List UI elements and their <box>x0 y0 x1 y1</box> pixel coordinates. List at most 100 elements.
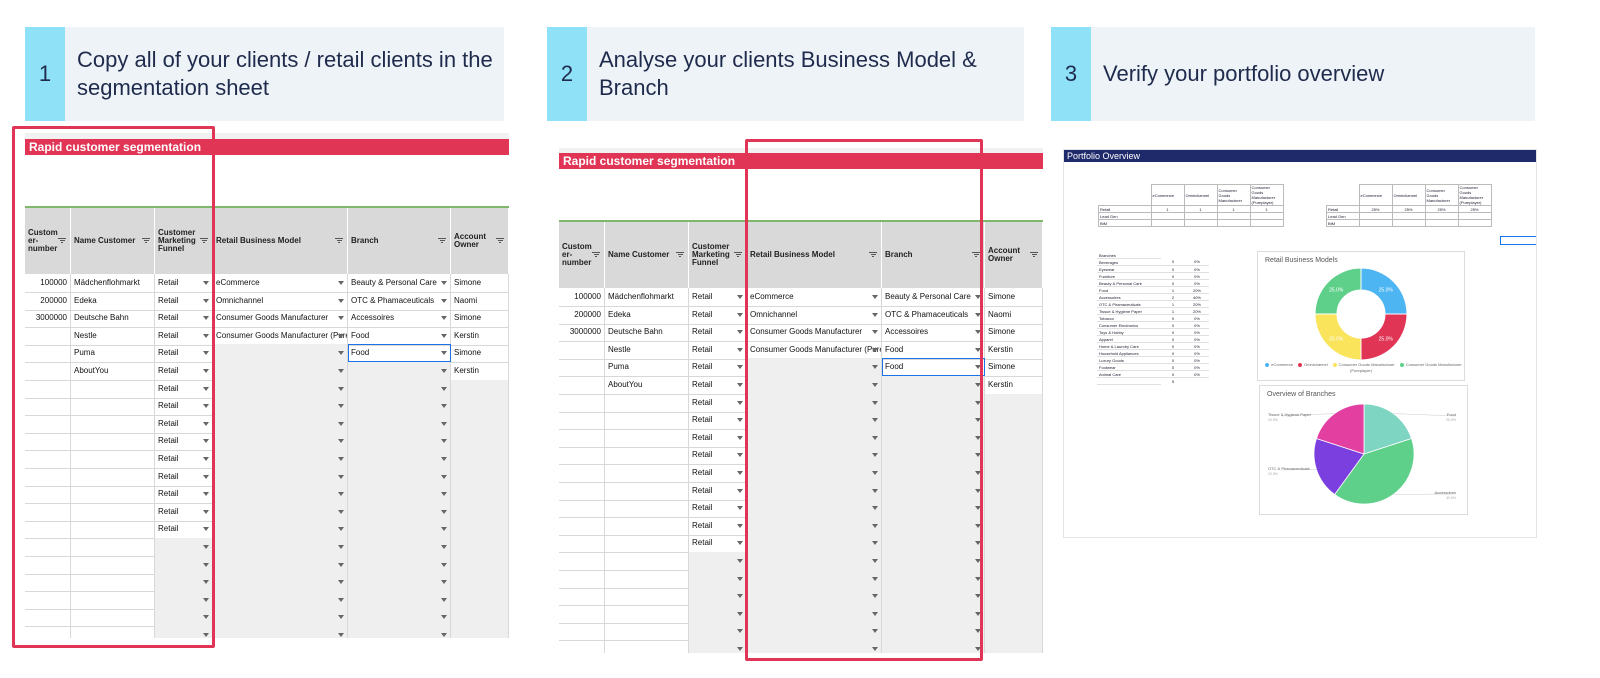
dropdown-arrow-icon[interactable] <box>441 633 447 637</box>
model-cell[interactable] <box>213 362 348 380</box>
dropdown-arrow-icon[interactable] <box>737 312 743 317</box>
name-cell[interactable] <box>605 569 689 588</box>
owner-cell[interactable] <box>451 520 509 539</box>
owner-cell[interactable] <box>985 481 1043 500</box>
model-cell[interactable] <box>213 502 348 521</box>
funnel-cell[interactable]: Retail <box>689 393 747 412</box>
branch-cell[interactable] <box>348 555 451 574</box>
customer-number-header[interactable]: Custom er- number <box>559 222 605 288</box>
num-cell[interactable]: 100000 <box>559 288 605 306</box>
dropdown-arrow-icon[interactable] <box>441 421 447 426</box>
dropdown-arrow-icon[interactable] <box>338 545 344 549</box>
dropdown-arrow-icon[interactable] <box>441 333 447 338</box>
dropdown-arrow-icon[interactable] <box>737 611 743 616</box>
owner-cell[interactable]: Kerstin <box>985 340 1043 359</box>
dropdown-arrow-icon[interactable] <box>441 439 447 444</box>
owner-cell[interactable] <box>451 397 509 416</box>
model-cell[interactable]: Omnichannel <box>213 291 348 310</box>
owner-cell[interactable] <box>451 608 509 627</box>
branch-cell[interactable] <box>348 502 451 521</box>
dropdown-arrow-icon[interactable] <box>737 647 743 651</box>
model-cell[interactable]: Consumer Goods Manufacturer (Pureplayer) <box>213 326 348 345</box>
name-cell[interactable] <box>605 516 689 535</box>
funnel-cell[interactable]: Retail <box>689 358 747 377</box>
funnel-cell[interactable]: Retail <box>689 481 747 500</box>
dropdown-arrow-icon[interactable] <box>737 435 743 440</box>
owner-cell[interactable] <box>985 499 1043 518</box>
num-cell[interactable] <box>559 499 605 518</box>
owner-cell[interactable] <box>451 555 509 574</box>
num-cell[interactable] <box>559 569 605 588</box>
owner-cell[interactable]: Naomi <box>451 291 509 310</box>
branch-cell[interactable] <box>348 538 451 556</box>
dropdown-arrow-icon[interactable] <box>338 421 344 426</box>
num-cell[interactable] <box>559 464 605 482</box>
dropdown-arrow-icon[interactable] <box>338 527 344 532</box>
owner-cell[interactable] <box>985 569 1043 588</box>
num-cell[interactable] <box>559 640 605 653</box>
dropdown-arrow-icon[interactable] <box>441 404 447 409</box>
num-cell[interactable] <box>559 393 605 412</box>
name-cell[interactable]: Edeka <box>605 305 689 324</box>
dropdown-arrow-icon[interactable] <box>737 383 743 387</box>
branch-cell[interactable]: Accessoires <box>348 309 451 328</box>
branch-cell[interactable] <box>348 467 451 486</box>
dropdown-arrow-icon[interactable] <box>441 527 447 532</box>
num-cell[interactable]: 200000 <box>559 305 605 324</box>
model-cell[interactable] <box>213 573 348 592</box>
num-cell[interactable] <box>559 340 605 359</box>
funnel-cell[interactable]: Retail <box>689 376 747 394</box>
owner-cell[interactable]: Simone <box>451 309 509 328</box>
name-cell[interactable] <box>605 481 689 500</box>
owner-cell[interactable] <box>451 538 509 556</box>
dropdown-arrow-icon[interactable] <box>338 492 344 497</box>
owner-cell[interactable]: Kerstin <box>985 376 1043 394</box>
funnel-cell[interactable]: Retail <box>689 464 747 482</box>
marketing-funnel-header[interactable]: Customer Marketing Funnel <box>689 222 747 288</box>
funnel-cell[interactable]: Retail <box>689 305 747 324</box>
funnel-cell[interactable] <box>689 569 747 588</box>
funnel-cell[interactable]: Retail <box>689 516 747 535</box>
account-owner-header[interactable]: Account Owner <box>985 222 1043 288</box>
name-customer-header[interactable]: Name Customer <box>605 222 689 288</box>
owner-cell[interactable] <box>451 379 509 398</box>
dropdown-arrow-icon[interactable] <box>737 453 743 458</box>
dropdown-arrow-icon[interactable] <box>338 281 344 285</box>
funnel-cell[interactable]: Retail <box>689 411 747 430</box>
dropdown-arrow-icon[interactable] <box>737 418 743 423</box>
model-cell[interactable] <box>213 344 348 363</box>
branch-cell[interactable]: Food <box>348 344 451 363</box>
branch-cell[interactable] <box>348 573 451 592</box>
name-cell[interactable] <box>605 640 689 653</box>
dropdown-arrow-icon[interactable] <box>338 580 344 585</box>
owner-cell[interactable]: Naomi <box>985 305 1043 324</box>
dropdown-arrow-icon[interactable] <box>338 298 344 303</box>
branch-cell[interactable] <box>348 590 451 609</box>
owner-cell[interactable] <box>985 411 1043 430</box>
num-cell[interactable] <box>559 481 605 500</box>
dropdown-arrow-icon[interactable] <box>441 386 447 391</box>
dropdown-arrow-icon[interactable] <box>441 298 447 303</box>
funnel-cell[interactable] <box>689 604 747 623</box>
funnel-cell[interactable]: Retail <box>689 323 747 342</box>
name-cell[interactable] <box>605 411 689 430</box>
dropdown-arrow-icon[interactable] <box>441 545 447 549</box>
dropdown-arrow-icon[interactable] <box>338 351 344 356</box>
owner-cell[interactable] <box>985 428 1043 447</box>
branch-cell[interactable]: Food <box>348 326 451 345</box>
owner-cell[interactable]: Simone <box>985 288 1043 306</box>
branch-cell[interactable] <box>348 626 451 638</box>
dropdown-arrow-icon[interactable] <box>338 562 344 567</box>
account-owner-header[interactable]: Account Owner <box>451 208 509 274</box>
owner-cell[interactable] <box>985 534 1043 553</box>
name-cell[interactable] <box>605 587 689 606</box>
num-cell[interactable]: 3000000 <box>559 323 605 342</box>
dropdown-arrow-icon[interactable] <box>737 559 743 563</box>
dropdown-arrow-icon[interactable] <box>441 492 447 497</box>
model-cell[interactable]: eCommerce <box>213 274 348 292</box>
dropdown-arrow-icon[interactable] <box>441 597 447 602</box>
dropdown-arrow-icon[interactable] <box>737 523 743 528</box>
dropdown-arrow-icon[interactable] <box>338 457 344 461</box>
num-cell[interactable] <box>559 446 605 465</box>
branch-cell[interactable]: OTC & Phamaceuticals <box>348 291 451 310</box>
